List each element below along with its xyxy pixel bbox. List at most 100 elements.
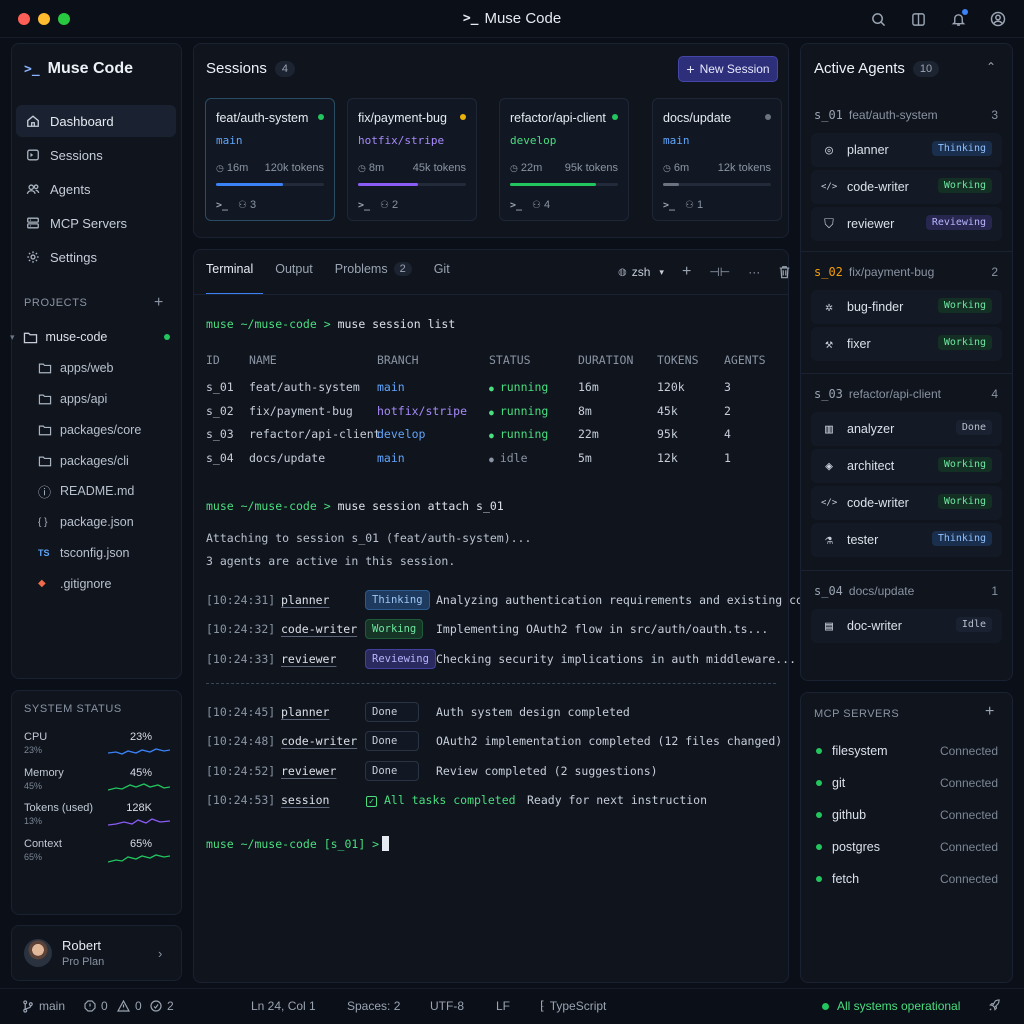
session-card[interactable]: fix/payment-bug hotfix/stripe ◷ 8m 45k token… <box>347 98 477 221</box>
session-card[interactable]: feat/auth-system main ◷ 16m 120k tokens >_ ⚇ 3 <box>205 98 335 221</box>
folder-icon <box>38 425 52 436</box>
search-button[interactable] <box>868 9 888 29</box>
session-agent-count: ⚇ 4 <box>532 199 551 211</box>
window-controls <box>18 13 70 25</box>
collapse-agents-button[interactable]: ⌃ <box>986 60 996 74</box>
git-branch-icon <box>23 999 33 1013</box>
agent-group-header[interactable]: s_03 refactor/api-client 4 <box>814 387 998 401</box>
mcp-server-row[interactable]: fetch Connected <box>816 869 998 889</box>
table-cell: 5m <box>578 451 592 466</box>
log-agent[interactable]: planner <box>281 593 329 607</box>
sidebar-item-settings[interactable]: Settings <box>16 241 176 273</box>
log-agent[interactable]: code-writer <box>281 734 357 748</box>
folder-icon <box>23 332 37 344</box>
log-agent[interactable]: reviewer <box>281 652 336 666</box>
tree-item[interactable]: ⓘ README.md <box>18 476 178 507</box>
toggle-panel-button[interactable] <box>908 9 928 29</box>
tokens-metric: Tokens (used) 13% 128K <box>24 802 170 836</box>
log-agent[interactable]: planner <box>281 705 329 719</box>
tree-item[interactable]: TS tsconfig.json <box>18 538 178 569</box>
split-terminal-button[interactable]: ⊣⊢ <box>709 265 730 279</box>
agent-status-badge: Working <box>937 298 992 313</box>
sessions-icon <box>27 149 39 161</box>
tab-output[interactable]: Output <box>275 262 313 276</box>
group-session-name: fix/payment-bug <box>848 265 935 279</box>
warnings-status[interactable]: 0 <box>117 999 142 1013</box>
language-mode[interactable]: ⁅ TypeScript <box>540 999 606 1013</box>
agent-group-header[interactable]: s_01 feat/auth-system 3 <box>814 108 998 122</box>
errors-status[interactable]: 0 <box>84 999 108 1013</box>
terminal-line: muse ~/muse-code > muse session list <box>206 317 456 331</box>
tree-item[interactable]: ◆ .gitignore <box>18 568 178 599</box>
trash-icon[interactable] <box>778 265 791 279</box>
tab-problems[interactable]: Problems 2 <box>335 262 412 276</box>
problems-count: 2 <box>393 262 412 276</box>
wrench-icon: ⚒ <box>825 336 833 352</box>
tree-item[interactable]: { } package.json <box>18 507 178 538</box>
system-health[interactable]: All systems operational <box>822 999 960 1013</box>
terminal-cursor <box>382 836 389 851</box>
maximize-window-button[interactable] <box>58 13 70 25</box>
tree-item[interactable]: apps/api <box>18 384 178 415</box>
clock-icon: ◷ <box>663 163 671 173</box>
mcp-server-row[interactable]: git Connected <box>816 773 998 793</box>
mcp-server-row[interactable]: github Connected <box>816 805 998 825</box>
add-project-button[interactable]: + <box>154 294 163 312</box>
sidebar-item-sessions[interactable]: Sessions <box>16 139 176 171</box>
agent-row[interactable]: </> code-writer Working <box>811 486 1002 520</box>
user-profile[interactable]: Robert Pro Plan <box>24 938 104 968</box>
terminal-output: 3 agents are active in this session. <box>206 554 456 568</box>
new-session-button[interactable]: + New Session <box>678 56 778 82</box>
log-agent[interactable]: reviewer <box>281 764 336 778</box>
agents-status[interactable]: 2 <box>150 999 174 1013</box>
tree-item[interactable]: packages/core <box>18 414 178 445</box>
tab-terminal[interactable]: Terminal <box>206 262 253 276</box>
session-tokens: 95k tokens <box>564 162 618 174</box>
add-mcp-server-button[interactable]: + <box>985 703 994 721</box>
agent-row[interactable]: ⚗ tester Thinking <box>811 523 1002 557</box>
agent-row[interactable]: ◈ architect Working <box>811 449 1002 483</box>
log-agent[interactable]: code-writer <box>281 622 357 636</box>
chevron-right-icon[interactable]: › <box>158 946 162 961</box>
notifications-button[interactable] <box>948 9 968 29</box>
sidebar-item-agents[interactable]: Agents <box>16 173 176 205</box>
log-message: Implementing OAuth2 flow in src/auth/oau… <box>436 622 769 637</box>
feedback-button[interactable] <box>988 999 1001 1012</box>
session-card[interactable]: refactor/api-client develop ◷ 22m 95k tokens… <box>499 98 629 221</box>
sidebar-item-dashboard[interactable]: Dashboard <box>16 105 176 137</box>
line-ending[interactable]: LF <box>496 999 510 1013</box>
project-root[interactable]: ▾ muse-code <box>10 322 178 353</box>
close-window-button[interactable] <box>18 13 30 25</box>
more-options-button[interactable]: ··· <box>748 265 760 279</box>
session-duration: ◷ 6m <box>663 162 690 174</box>
agent-row[interactable]: ◎ planner Thinking <box>811 133 1002 167</box>
mcp-server-row[interactable]: filesystem Connected <box>816 741 998 761</box>
agent-row[interactable]: </> code-writer Working <box>811 170 1002 204</box>
account-button[interactable] <box>988 9 1008 29</box>
encoding[interactable]: UTF-8 <box>430 999 464 1013</box>
agent-row[interactable]: ▥ analyzer Done <box>811 412 1002 446</box>
minimize-window-button[interactable] <box>38 13 50 25</box>
mcp-server-status: Connected <box>939 776 998 790</box>
mcp-server-row[interactable]: postgres Connected <box>816 837 998 857</box>
table-cell: 4 <box>724 427 731 442</box>
session-card[interactable]: docs/update main ◷ 6m 12k tokens >_ ⚇ 1 <box>652 98 782 221</box>
tab-git[interactable]: Git <box>434 262 450 276</box>
agent-row[interactable]: ✲ bug-finder Working <box>811 290 1002 324</box>
agent-row[interactable]: ⛉ reviewer Reviewing <box>811 207 1002 241</box>
sidebar-item-mcp-servers[interactable]: MCP Servers <box>16 207 176 239</box>
git-branch-status[interactable]: main <box>22 999 65 1013</box>
session-tokens: 45k tokens <box>412 162 466 174</box>
log-agent[interactable]: session <box>281 793 329 807</box>
add-terminal-button[interactable]: + <box>682 263 691 281</box>
agent-row[interactable]: ▤ doc-writer Idle <box>811 609 1002 643</box>
cursor-position[interactable]: Ln 24, Col 1 <box>251 999 316 1013</box>
agent-group-header[interactable]: s_04 docs/update 1 <box>814 584 998 598</box>
agent-status-badge: Working <box>937 457 992 472</box>
shell-selector[interactable]: ◍ zsh ▾ <box>618 265 664 279</box>
tree-item[interactable]: apps/web <box>18 353 178 384</box>
agent-row[interactable]: ⚒ fixer Working <box>811 327 1002 361</box>
indentation[interactable]: Spaces: 2 <box>347 999 400 1013</box>
agent-group-header[interactable]: s_02 fix/payment-bug 2 <box>814 265 998 279</box>
tree-item[interactable]: packages/cli <box>18 445 178 476</box>
